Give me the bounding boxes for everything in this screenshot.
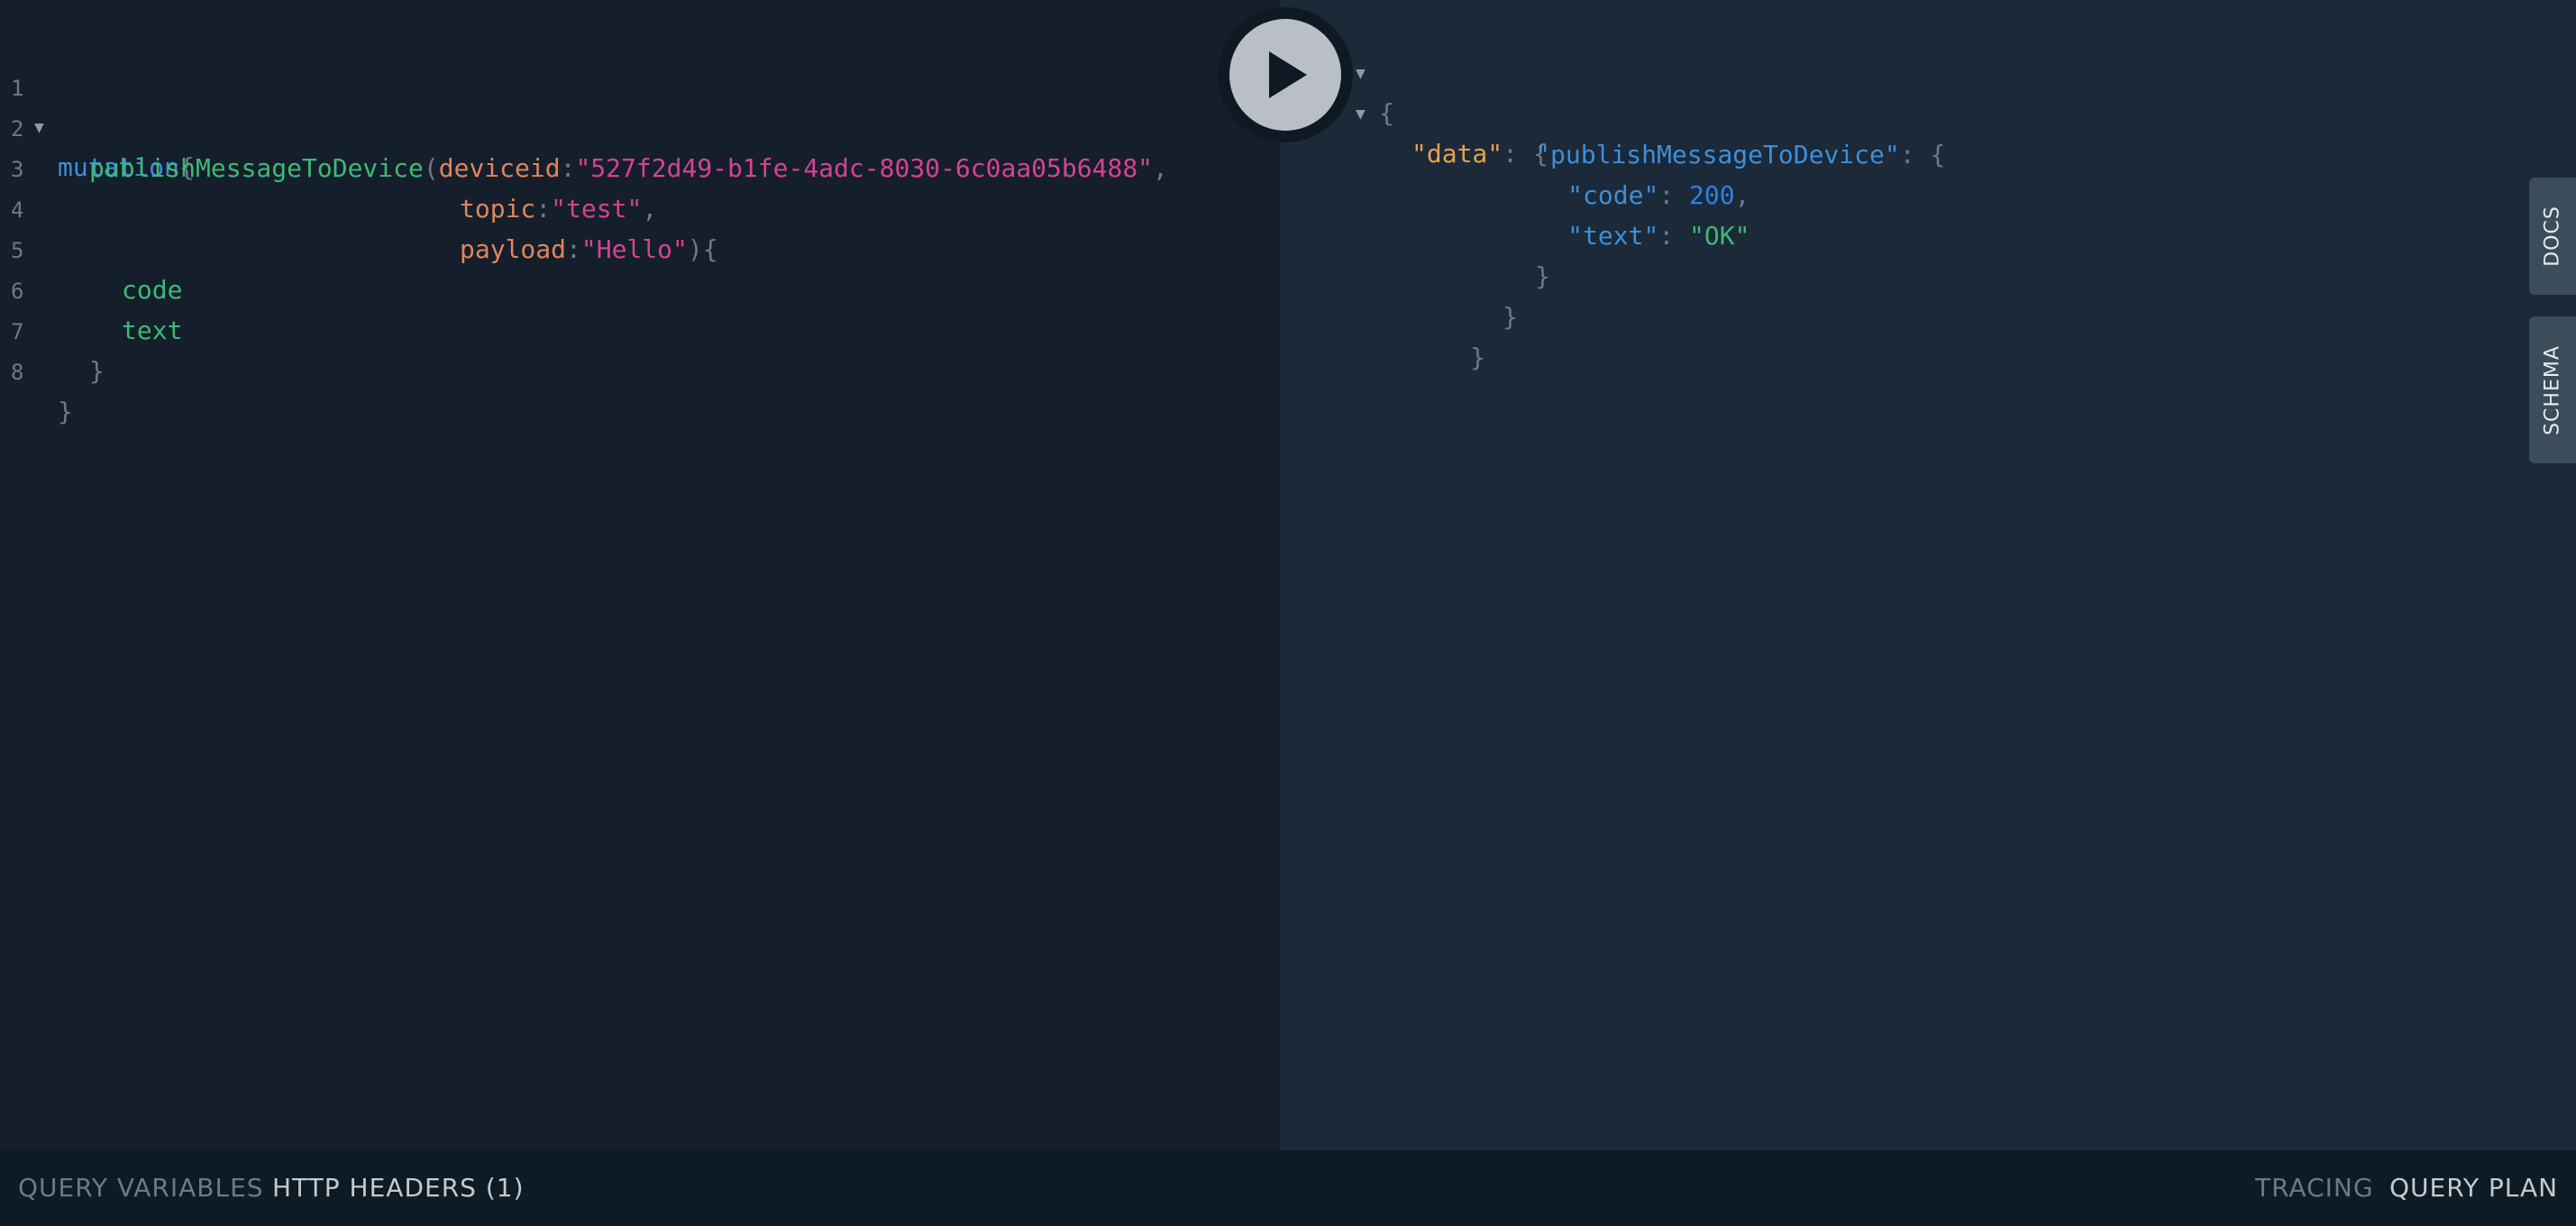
result-line: "code": 200, xyxy=(1476,136,1749,210)
query-editor[interactable]: 1 ▼ mutation{ 2 publishMessageToDevice(d… xyxy=(0,0,1280,1150)
run-button[interactable] xyxy=(1229,19,1341,131)
docs-tab[interactable]: DOCS xyxy=(2529,178,2576,295)
result-line: "text": "OK" xyxy=(1476,177,1749,251)
editor-line[interactable]: 2 publishMessageToDevice(deviceid:"527f2… xyxy=(0,69,1280,183)
editor-line[interactable]: 6 text xyxy=(0,232,1280,345)
line-number: 8 xyxy=(11,360,24,385)
query-plan-tab[interactable]: QUERY PLAN xyxy=(2389,1150,2558,1226)
graphql-playground: 1 ▼ mutation{ 2 publishMessageToDevice(d… xyxy=(0,0,2576,1226)
result-line: ▼ "data": { xyxy=(1356,55,1548,169)
fold-arrow-icon[interactable]: ▼ xyxy=(1356,95,1366,134)
json-brace: } xyxy=(1535,261,1551,291)
result-line: } xyxy=(1411,258,1518,332)
json-brace: } xyxy=(1503,302,1519,332)
editor-line[interactable]: 3 topic:"test", xyxy=(0,110,1280,224)
code-content: } xyxy=(58,392,73,432)
json-string: "OK" xyxy=(1689,221,1750,251)
json-colon: : xyxy=(1899,140,1931,169)
result-line: ▼ { xyxy=(1356,14,1447,128)
play-icon xyxy=(1269,51,1307,98)
bottom-bar: QUERY VARIABLES HTTP HEADERS (1) TRACING… xyxy=(0,1150,2576,1226)
editor-line[interactable]: 7 } xyxy=(0,272,1280,386)
code-content: } xyxy=(89,352,105,391)
schema-tab-label: SCHEMA xyxy=(2541,344,2564,435)
editor-line[interactable]: 8 } xyxy=(0,313,1280,426)
result-line: } xyxy=(1444,217,1550,291)
result-panel[interactable]: ▼ { ▼ "data": { "publishMessageToDevice"… xyxy=(1280,0,2576,1150)
schema-tab[interactable]: SCHEMA xyxy=(2529,316,2576,463)
editor-line[interactable]: 5 code xyxy=(0,191,1280,305)
docs-tab-label: DOCS xyxy=(2541,206,2564,267)
brace: } xyxy=(58,397,73,426)
json-colon: : xyxy=(1658,221,1690,251)
tracing-tab[interactable]: TRACING xyxy=(2255,1150,2374,1226)
brace: } xyxy=(89,356,105,386)
result-line: "publishMessageToDevice": { xyxy=(1444,96,1945,169)
json-brace: } xyxy=(1470,343,1486,372)
editor-line[interactable]: 1 ▼ mutation{ xyxy=(0,29,1280,182)
editor-line[interactable]: 4 payload:"Hello"){ xyxy=(0,151,1280,264)
result-line: } xyxy=(1379,298,1485,372)
json-brace: { xyxy=(1930,140,1946,169)
json-key: "text" xyxy=(1567,221,1659,251)
query-variables-tab[interactable]: QUERY VARIABLES xyxy=(18,1150,264,1226)
http-headers-tab[interactable]: HTTP HEADERS (1) xyxy=(272,1150,525,1226)
